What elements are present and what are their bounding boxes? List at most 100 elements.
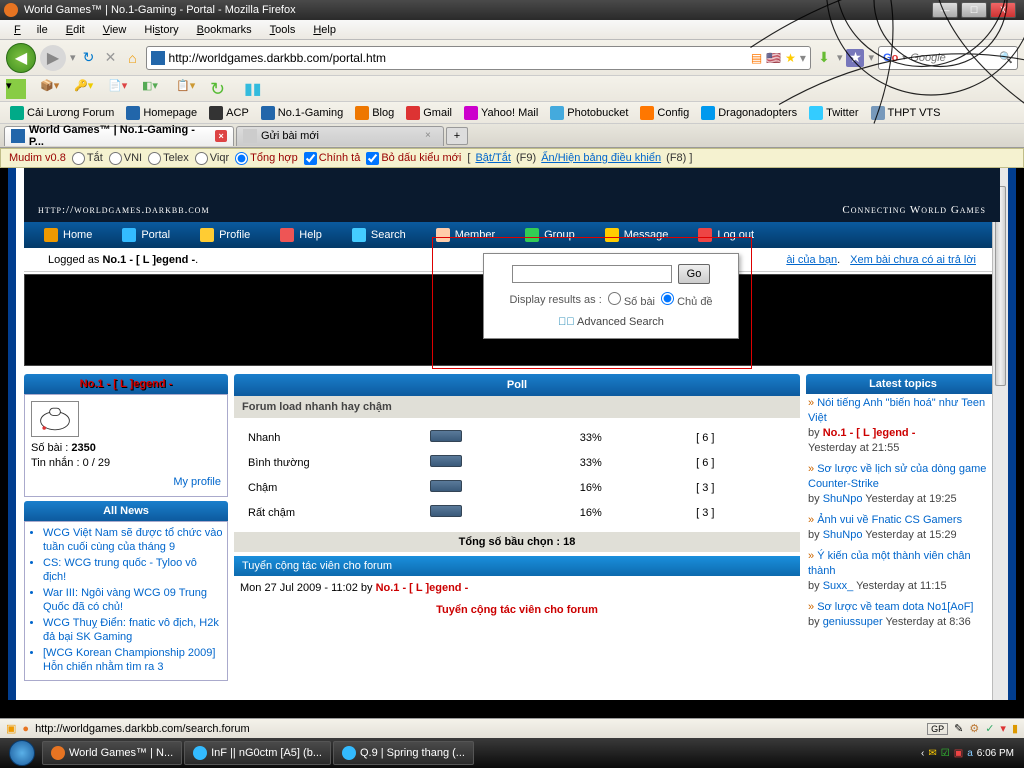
tab-active[interactable]: World Games™ | No.1-Gaming - P... × bbox=[4, 126, 234, 146]
bookmark-item[interactable]: ACP bbox=[205, 104, 253, 122]
status-icon-4[interactable]: ⚙ bbox=[969, 722, 979, 735]
topic-item[interactable]: » Ảnh vui về Fnatic CS Gamersby ShuNpo Y… bbox=[808, 513, 998, 543]
status-icon-3[interactable]: ✎ bbox=[954, 722, 963, 735]
news-item[interactable]: CS: WCG trung quốc - Tyloo vô địch! bbox=[43, 556, 223, 584]
home-icon[interactable]: ⌂ bbox=[124, 49, 142, 67]
news-item[interactable]: WCG Việt Nam sẽ được tổ chức vào tuần cu… bbox=[43, 526, 223, 554]
bookmark-item[interactable]: Config bbox=[636, 104, 693, 122]
nav-home[interactable]: Home bbox=[44, 228, 92, 242]
star-icon[interactable]: ★ bbox=[785, 51, 796, 65]
taskbar-button[interactable]: Q.9 | Spring thang (... bbox=[333, 741, 474, 765]
mudim-bodau[interactable]: Bỏ dấu kiểu mới bbox=[366, 152, 461, 165]
bookmark-item[interactable]: Dragonadopters bbox=[697, 104, 801, 122]
tray-chevron-icon[interactable]: ‹ bbox=[921, 748, 924, 759]
nav-member[interactable]: Member bbox=[436, 228, 495, 242]
back-button[interactable]: ◀ bbox=[6, 43, 36, 73]
download-icon[interactable]: ⬇ bbox=[815, 49, 833, 67]
search-opt-posts[interactable]: Số bài bbox=[608, 292, 655, 308]
search-go-icon[interactable]: 🔍 bbox=[999, 51, 1013, 64]
ext-icon-7[interactable]: ↻ bbox=[210, 79, 230, 99]
mudim-chinhta[interactable]: Chính tả bbox=[304, 152, 361, 165]
status-icon-7[interactable]: ▮ bbox=[1012, 722, 1018, 735]
menu-history[interactable]: History bbox=[136, 22, 186, 38]
mudim-viqr[interactable]: Viqr bbox=[195, 152, 229, 165]
forward-button[interactable]: ▶ bbox=[40, 45, 66, 71]
search-input[interactable] bbox=[512, 265, 672, 283]
close-button[interactable]: X bbox=[990, 2, 1016, 18]
bookmark-item[interactable]: Photobucket bbox=[546, 104, 632, 122]
tab-close-icon[interactable]: × bbox=[215, 130, 227, 142]
search-opt-topics[interactable]: Chủ đề bbox=[661, 292, 713, 308]
tab-inactive[interactable]: Gửi bài mới × bbox=[236, 126, 444, 146]
mudim-panel[interactable]: Ẩn/Hiện bảng điều khiển bbox=[541, 152, 661, 164]
menu-view[interactable]: View bbox=[95, 22, 135, 38]
menu-file[interactable]: File bbox=[6, 22, 56, 38]
start-button[interactable] bbox=[4, 739, 40, 767]
bookmark-item[interactable]: Cải Lương Forum bbox=[6, 104, 118, 122]
nav-group[interactable]: Group bbox=[525, 228, 575, 242]
ext-icon-6[interactable]: 📋▾ bbox=[176, 79, 196, 99]
tray-icon[interactable]: ▣ bbox=[954, 748, 963, 759]
menu-edit[interactable]: Edit bbox=[58, 22, 93, 38]
status-icon-1[interactable]: ▣ bbox=[6, 722, 16, 735]
news-item[interactable]: War III: Ngôi vàng WCG 09 Trung Quốc đã … bbox=[43, 586, 223, 614]
rss-icon[interactable]: ▤ bbox=[751, 51, 762, 65]
status-icon-2[interactable]: ● bbox=[22, 723, 29, 735]
subbar-link-1[interactable]: ài của bạn bbox=[786, 254, 837, 266]
browser-search-box[interactable]: Go ▾ 🔍 bbox=[878, 46, 1018, 70]
nav-help[interactable]: Help bbox=[280, 228, 322, 242]
ext-icon-3[interactable]: 🔑▾ bbox=[74, 79, 94, 99]
post-header[interactable]: Tuyển cộng tác viên cho forum bbox=[234, 556, 800, 576]
tab-close-icon[interactable]: × bbox=[425, 130, 437, 142]
bookmark-item[interactable]: No.1-Gaming bbox=[257, 104, 347, 122]
post-author[interactable]: No.1 - [ L ]egend - bbox=[376, 582, 469, 594]
bookmark-item[interactable]: Blog bbox=[351, 104, 398, 122]
stop-icon[interactable]: ✕ bbox=[102, 49, 120, 67]
maximize-button[interactable]: ☐ bbox=[961, 2, 987, 18]
my-profile-link[interactable]: My profile bbox=[31, 475, 221, 490]
bookmark-star-icon[interactable]: ★ bbox=[846, 49, 864, 67]
mudim-off[interactable]: Tắt bbox=[72, 152, 103, 165]
topic-item[interactable]: » Ý kiến của một thành viên chân thànhby… bbox=[808, 549, 998, 594]
ext-icon-5[interactable]: ◧▾ bbox=[142, 79, 162, 99]
news-item[interactable]: WCG Thuỵ Điển: fnatic vô địch, H2k đả bạ… bbox=[43, 616, 223, 644]
topic-item[interactable]: » Sơ lược về team dota No1[AoF]by genius… bbox=[808, 600, 998, 630]
subbar-link-2[interactable]: Xem bài chưa có ai trả lời bbox=[850, 254, 976, 266]
reload-icon[interactable]: ↻ bbox=[80, 49, 98, 67]
status-gp[interactable]: GP bbox=[927, 723, 948, 735]
url-bar[interactable]: ▤ 🇺🇸 ★ ▾ bbox=[146, 46, 811, 70]
nav-log out[interactable]: Log out bbox=[698, 228, 754, 242]
mudim-vni[interactable]: VNI bbox=[109, 152, 142, 165]
ext-icon-8[interactable]: ▮▮ bbox=[244, 79, 264, 99]
mudim-telex[interactable]: Telex bbox=[148, 152, 189, 165]
news-item[interactable]: [WCG Korean Championship 2009] Hỗn chiến… bbox=[43, 646, 223, 674]
scrollbar[interactable] bbox=[992, 168, 1008, 700]
bookmark-item[interactable]: THPT VTS bbox=[867, 104, 945, 122]
taskbar-button[interactable]: World Games™ | N... bbox=[42, 741, 182, 765]
status-icon-5[interactable]: ✓ bbox=[985, 722, 994, 735]
advanced-search-link[interactable]: Advanced Search bbox=[577, 316, 664, 328]
bookmark-item[interactable]: Twitter bbox=[805, 104, 862, 122]
browser-search-input[interactable] bbox=[910, 52, 995, 64]
nav-message[interactable]: Message bbox=[605, 228, 669, 242]
ext-icon-4[interactable]: 📄▾ bbox=[108, 79, 128, 99]
bookmark-item[interactable]: Gmail bbox=[402, 104, 456, 122]
search-go-button[interactable]: Go bbox=[678, 264, 711, 284]
tray-icon[interactable]: ✉ bbox=[928, 748, 936, 759]
tray-icon[interactable]: a bbox=[967, 748, 973, 759]
url-input[interactable] bbox=[169, 51, 747, 65]
topic-item[interactable]: » Sơ lược về lịch sử của dòng game Count… bbox=[808, 462, 998, 507]
status-icon-6[interactable]: ▾ bbox=[1000, 722, 1006, 735]
taskbar-button[interactable]: InF || nG0ctm [A5] (b... bbox=[184, 741, 331, 765]
mudim-tonghop[interactable]: Tổng hợp bbox=[235, 152, 298, 165]
bookmark-item[interactable]: Homepage bbox=[122, 104, 201, 122]
nav-search[interactable]: Search bbox=[352, 228, 406, 242]
bookmark-item[interactable]: Yahoo! Mail bbox=[460, 104, 542, 122]
nav-portal[interactable]: Portal bbox=[122, 228, 170, 242]
menu-tools[interactable]: Tools bbox=[262, 22, 304, 38]
menu-bookmarks[interactable]: Bookmarks bbox=[189, 22, 260, 38]
new-tab-button[interactable]: + bbox=[446, 127, 468, 145]
mudim-toggle[interactable]: Bật/Tắt bbox=[475, 152, 510, 164]
menu-help[interactable]: Help bbox=[305, 22, 344, 38]
nav-profile[interactable]: Profile bbox=[200, 228, 250, 242]
